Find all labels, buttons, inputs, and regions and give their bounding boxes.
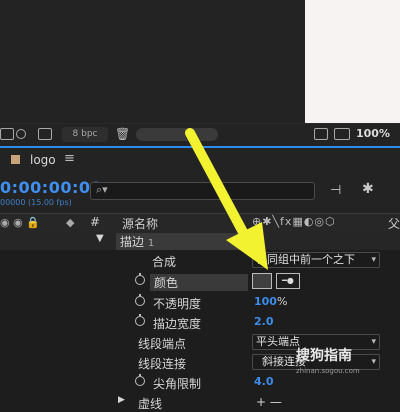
comp-color-swatch [11, 155, 20, 164]
column-number[interactable]: # [90, 215, 100, 229]
eyedropper-icon[interactable]: ━● [276, 273, 300, 289]
dash-row: ▶ 虚线 + — [0, 393, 400, 412]
color-label[interactable]: 颜色 [150, 274, 248, 291]
stroke-group-name[interactable]: 描边 1 [116, 233, 256, 250]
viewer-toolbar: 8 bpc 🗑 100% [0, 123, 400, 146]
watermark-text: 搜狗指南 [296, 348, 352, 364]
dash-label: 虚线 [138, 397, 163, 411]
stopwatch-icon[interactable] [135, 294, 145, 306]
composition-viewer[interactable] [0, 0, 305, 123]
frame-rate: 00000 (15.00 fps) [0, 198, 72, 207]
stroke-group-row[interactable]: ▼ 描边 1 [0, 231, 400, 250]
panel-menu-icon[interactable]: ≡ [64, 151, 75, 166]
miter-limit-label: 尖角限制 [153, 377, 202, 391]
zoom-level[interactable]: 100% [356, 127, 390, 140]
chevron-down-icon: ▾ [371, 357, 376, 367]
timecode-area: 0:00:00:00 00000 (15.00 fps) ⌕▾ ⊣ ✱ [0, 173, 400, 213]
tab-logo[interactable]: logo [30, 153, 56, 167]
region-icon[interactable] [314, 128, 328, 140]
opacity-value[interactable]: 100% [254, 295, 287, 308]
search-icon: ⌕▾ [96, 183, 108, 196]
column-source-name[interactable]: 源名称 [122, 215, 158, 232]
monitor-icon[interactable] [334, 128, 350, 140]
stroke-width-value[interactable]: 2.0 [254, 315, 274, 328]
column-parent[interactable]: 父 [388, 215, 400, 232]
color-row: 颜色 ━● [0, 272, 400, 291]
composite-label: 合成 [152, 255, 177, 269]
stroke-width-label: 描边宽度 [153, 317, 202, 331]
timeline-tab-bar: logo ≡ [0, 148, 400, 173]
opacity-row: 不透明度 100% [0, 293, 400, 312]
camera-icon[interactable] [38, 128, 52, 140]
stopwatch-icon[interactable] [135, 314, 145, 326]
watermark-url: zhinan.sogou.com [296, 367, 360, 375]
snapshot-icon[interactable] [0, 128, 14, 140]
label-icon[interactable]: ◆ [66, 216, 74, 229]
composition-canvas[interactable] [305, 0, 400, 123]
comp-flowchart-icon[interactable]: ⊣ [330, 183, 341, 198]
color-swatch[interactable] [252, 273, 272, 289]
column-header: ◉ ◉ 🔒 ◆ # 源名称 ⊕✱╲fx▦◐◎⬡ 父 [0, 213, 400, 232]
bpc-button[interactable]: 8 bpc [62, 127, 108, 142]
stopwatch-icon[interactable] [135, 273, 145, 285]
chevron-down-icon: ▾ [371, 337, 376, 347]
chevron-down-icon: ▾ [371, 255, 376, 265]
toolbar-slider[interactable] [136, 128, 218, 141]
line-cap-label: 线段端点 [138, 337, 187, 351]
switches-icons[interactable]: ⊕✱╲fx▦◐◎⬡ [252, 215, 336, 228]
composite-row: 合成 在同组中前一个之下 ▾ [0, 251, 400, 270]
current-time[interactable]: 0:00:00:00 [0, 178, 102, 197]
stopwatch-icon[interactable] [135, 374, 145, 386]
stroke-width-row: 描边宽度 2.0 [0, 313, 400, 332]
miter-limit-row: 尖角限制 4.0 [0, 373, 400, 392]
trash-icon[interactable]: 🗑 [115, 127, 130, 141]
color-icon[interactable] [16, 129, 26, 139]
dash-add-button[interactable]: + — [256, 395, 282, 409]
composite-dropdown[interactable]: 在同组中前一个之下 ▾ [252, 252, 380, 268]
draft-3d-icon[interactable]: ✱ [362, 181, 374, 197]
miter-limit-value[interactable]: 4.0 [254, 375, 274, 388]
expand-triangle-icon[interactable]: ▶ [118, 395, 125, 405]
layer-search-input[interactable]: ⌕▾ [90, 182, 315, 200]
line-join-label: 线段连接 [138, 357, 187, 371]
opacity-label: 不透明度 [153, 297, 202, 311]
av-switches-icon[interactable]: ◉ ◉ 🔒 [0, 216, 40, 229]
expand-triangle-icon[interactable]: ▼ [96, 233, 104, 244]
